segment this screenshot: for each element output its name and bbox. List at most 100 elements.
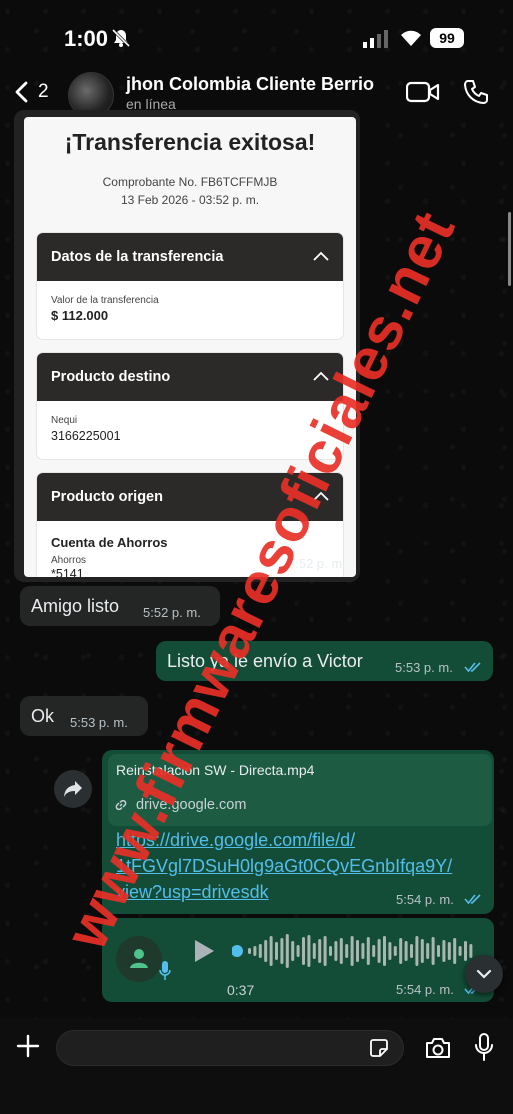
waveform-bar bbox=[334, 941, 338, 961]
status-bar: 1:00 99 bbox=[0, 0, 513, 70]
waveform-bar bbox=[280, 938, 284, 964]
wifi-icon bbox=[401, 30, 421, 46]
message-text: Amigo listo bbox=[31, 596, 120, 616]
message-time: 5:54 p. m. bbox=[396, 982, 454, 997]
waveform-bar bbox=[420, 939, 424, 963]
waveform-bar bbox=[275, 942, 278, 960]
cellular-signal-icon bbox=[363, 30, 388, 48]
forward-button[interactable] bbox=[54, 770, 92, 808]
forward-arrow-icon bbox=[64, 781, 82, 797]
card-title: Producto origen bbox=[51, 489, 163, 505]
message-link[interactable]: view?usp=drivesdk bbox=[116, 882, 269, 903]
message-link[interactable]: https://drive.google.com/file/d/ bbox=[116, 830, 355, 851]
message-input[interactable] bbox=[56, 1030, 404, 1066]
waveform-bar bbox=[447, 942, 451, 960]
battery-indicator: 99 bbox=[430, 28, 464, 48]
waveform-bar bbox=[437, 945, 440, 957]
waveform-bar bbox=[464, 941, 467, 961]
back-chevron-icon[interactable] bbox=[12, 80, 32, 104]
card-header: Producto destino bbox=[37, 353, 343, 401]
waveform-bar bbox=[356, 940, 359, 962]
waveform-bar bbox=[291, 941, 295, 961]
read-ticks-icon bbox=[464, 894, 481, 905]
card-value: $ 112.000 bbox=[51, 308, 109, 323]
card-title: Datos de la transferencia bbox=[51, 249, 224, 265]
link-preview-domain: drive.google.com bbox=[136, 797, 247, 813]
card-header: Producto origen bbox=[37, 473, 343, 521]
waveform-bar bbox=[431, 937, 435, 965]
chevron-up-icon bbox=[313, 251, 329, 261]
waveform-bar bbox=[312, 943, 316, 959]
message-link[interactable]: 1tFGVgl7DSuH0lg9aGt0CQvEGnbIfqa9Y/ bbox=[116, 856, 452, 877]
chevron-down-icon bbox=[476, 969, 492, 979]
waveform-bar bbox=[307, 935, 311, 967]
person-icon bbox=[130, 949, 148, 968]
receipt-voucher: Comprobante No. FB6TCFFMJB bbox=[102, 175, 278, 189]
waveform-bar bbox=[383, 936, 386, 966]
microphone-icon[interactable] bbox=[472, 1032, 496, 1062]
plus-icon[interactable] bbox=[16, 1034, 40, 1058]
waveform-bar bbox=[258, 944, 262, 958]
audio-duration: 0:37 bbox=[227, 982, 255, 998]
card-label: Valor de la transferencia bbox=[51, 295, 159, 306]
waveform-bar bbox=[377, 939, 381, 963]
message-time: 5:52 p. m. bbox=[143, 605, 201, 620]
link-preview-title: Reinstalacion SW - Directa.mp4 bbox=[116, 762, 315, 778]
message-time: 5:53 p. m. bbox=[395, 660, 453, 675]
message-time: 5:53 p. m. bbox=[70, 715, 128, 730]
sticker-icon[interactable] bbox=[368, 1037, 390, 1059]
card-header: Datos de la transferencia bbox=[37, 233, 343, 281]
waveform-bar bbox=[426, 943, 430, 959]
sender-avatar bbox=[116, 936, 162, 982]
receipt-date: 13 Feb 2026 - 03:52 p. m. bbox=[120, 193, 260, 207]
waveform-bar bbox=[345, 944, 349, 958]
audio-progress-knob bbox=[232, 945, 243, 957]
waveform-bar bbox=[458, 946, 462, 956]
message-time: 5:52 p. m. bbox=[288, 556, 346, 571]
card-label: Nequi bbox=[51, 415, 78, 426]
waveform-bar bbox=[302, 937, 305, 965]
scroll-to-bottom-button[interactable] bbox=[465, 955, 503, 993]
waveform-bar bbox=[323, 936, 327, 966]
waveform-bar bbox=[269, 936, 273, 966]
waveform-bar bbox=[361, 943, 365, 959]
play-icon[interactable] bbox=[192, 938, 216, 964]
phone-call-icon[interactable] bbox=[462, 78, 490, 106]
card-value: 3166225001 bbox=[51, 429, 121, 443]
waveform-bar bbox=[393, 946, 397, 956]
unread-count[interactable]: 2 bbox=[38, 81, 49, 103]
waveform-bar bbox=[350, 936, 354, 966]
card-title: Producto destino bbox=[51, 369, 171, 385]
microphone-badge-icon bbox=[159, 961, 171, 980]
waveform-bar bbox=[372, 945, 376, 957]
message-text: Listo ya le envío a Victor bbox=[167, 651, 363, 671]
waveform-bar bbox=[415, 936, 419, 966]
contact-name[interactable]: jhon Colombia Cliente Berrio bbox=[126, 74, 374, 95]
waveform-bar bbox=[296, 945, 300, 957]
read-ticks-icon bbox=[464, 662, 481, 673]
receipt-image[interactable]: ¡Transferencia exitosa! Comprobante No. … bbox=[24, 117, 356, 577]
silent-bell-icon bbox=[111, 28, 131, 48]
chevron-up-icon bbox=[313, 491, 329, 501]
waveform-bar bbox=[453, 938, 457, 964]
message-text: Ok bbox=[31, 706, 55, 726]
waveform-bar bbox=[253, 946, 257, 956]
waveform-bar bbox=[264, 940, 268, 962]
waveform-bar bbox=[388, 942, 392, 960]
video-call-icon[interactable] bbox=[406, 80, 440, 104]
waveform-bar bbox=[339, 938, 343, 964]
receipt-card-transfer: Datos de la transferencia Valor de la tr… bbox=[37, 233, 343, 339]
message-time: 5:54 p. m. bbox=[396, 892, 454, 907]
clock: 1:00 bbox=[64, 26, 109, 51]
receipt-card-destination: Producto destino Nequi 3166225001 bbox=[37, 353, 343, 459]
waveform-bar bbox=[399, 938, 403, 964]
waveform-bar bbox=[366, 937, 370, 965]
waveform-bar bbox=[329, 946, 332, 956]
camera-icon[interactable] bbox=[424, 1036, 452, 1060]
waveform-bar bbox=[285, 934, 289, 968]
waveform-bar bbox=[469, 944, 473, 958]
waveform-bar bbox=[318, 939, 322, 963]
audio-waveform[interactable] bbox=[232, 932, 474, 970]
waveform-bar bbox=[404, 941, 408, 961]
scrollbar[interactable] bbox=[508, 212, 511, 286]
